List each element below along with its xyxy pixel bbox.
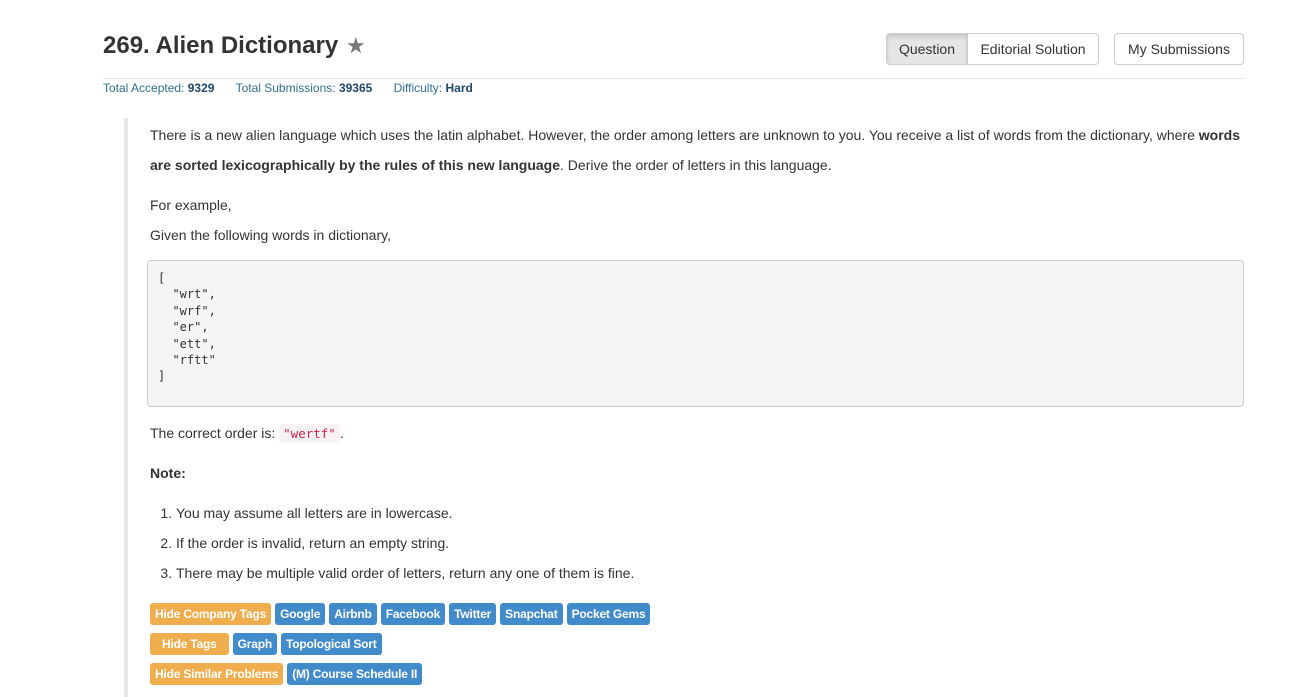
note-item: You may assume all letters are in lowerc… [176,498,634,528]
correct-order-text: The correct order is: "wertf". [150,424,344,443]
topic-tags-row: Hide Tags Graph Topological Sort [150,633,386,655]
total-accepted: Total Accepted: 9329 [103,81,215,95]
problem-description: There is a new alien language which uses… [124,118,1244,697]
star-icon[interactable]: ★ [346,32,366,60]
description-line-2: are sorted lexicographically by the rule… [150,157,832,173]
topic-tag-graph[interactable]: Graph [232,633,277,655]
description-line-1: There is a new alien language which uses… [150,127,1241,143]
given-text: Given the following words in dictionary, [150,227,391,243]
for-example-text: For example, [150,197,232,213]
company-tag-airbnb[interactable]: Airbnb [329,603,377,625]
company-tags-row: Hide Company Tags Google Airbnb Facebook Twi… [150,603,654,625]
company-tag-snapchat[interactable]: Snapchat [500,603,563,625]
example-code-block: [ "wrt", "wrf", "er", "ett", "rftt" ] [147,260,1244,407]
company-tag-pocket-gems[interactable]: Pocket Gems [566,603,651,625]
company-tag-facebook[interactable]: Facebook [380,603,446,625]
company-tag-google[interactable]: Google [275,603,326,625]
note-label: Note: [150,465,186,481]
note-item: There may be multiple valid order of let… [176,558,634,588]
notes-list: You may assume all letters are in lowerc… [150,498,634,588]
company-tag-twitter[interactable]: Twitter [449,603,497,625]
editorial-solution-button[interactable]: Editorial Solution [967,33,1099,65]
question-tab-button[interactable]: Question [886,33,968,65]
order-code: "wertf" [279,424,340,443]
problem-header: 269. Alien Dictionary ★ Question Editori… [103,26,1244,79]
hide-tags-button[interactable]: Hide Tags [150,633,229,655]
topic-tag-topological-sort[interactable]: Topological Sort [281,633,382,655]
problem-stats: Total Accepted: 9329 Total Submissions: … [103,81,491,95]
similar-problems-row: Hide Similar Problems (M) Course Schedule… [150,663,426,685]
similar-problem-course-schedule-ii[interactable]: (M) Course Schedule II [287,663,423,685]
my-submissions-button[interactable]: My Submissions [1114,33,1244,65]
total-submissions: Total Submissions: 39365 [235,81,373,95]
page-title: 269. Alien Dictionary [103,32,339,59]
hide-company-tags-button[interactable]: Hide Company Tags [150,603,272,625]
hide-similar-problems-button[interactable]: Hide Similar Problems [150,663,284,685]
note-item: If the order is invalid, return an empty… [176,528,634,558]
difficulty: Difficulty: Hard [393,81,473,95]
